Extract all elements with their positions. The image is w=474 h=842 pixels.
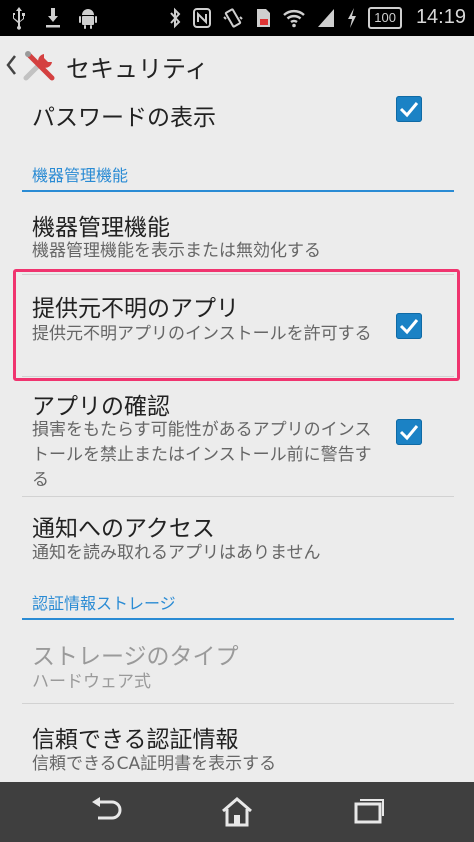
setting-title: 機器管理機能 xyxy=(32,215,170,241)
usb-icon xyxy=(10,6,28,30)
battery-indicator: 100 xyxy=(368,6,402,29)
download-icon xyxy=(44,6,62,30)
setting-title: 通知へのアクセス xyxy=(32,516,215,542)
verify-apps-checkbox[interactable] xyxy=(396,419,422,445)
setting-summary: ハードウェア式 xyxy=(32,672,151,692)
navigation-bar xyxy=(0,782,474,842)
page-title: セキュリティ xyxy=(66,55,209,83)
setting-summary: 信頼できるCA証明書を表示する xyxy=(32,754,277,774)
setting-title: ストレージのタイプ xyxy=(32,644,239,670)
charging-icon xyxy=(346,7,358,29)
sim-icon xyxy=(254,7,272,29)
setting-title: 信頼できる認証情報 xyxy=(32,727,239,753)
android-icon xyxy=(78,6,98,30)
setting-summary: 機器管理機能を表示または無効化する xyxy=(32,241,321,261)
setting-title: アプリの確認 xyxy=(32,394,170,420)
highlight-box xyxy=(13,269,460,381)
nfc-icon xyxy=(192,7,212,29)
setting-summary: 通知を読み取れるアプリはありません xyxy=(32,543,321,563)
settings-list: パスワードの表示 機器管理機能 機器管理機能 機器管理機能を表示または無効化する… xyxy=(0,96,474,782)
home-icon[interactable] xyxy=(219,796,255,832)
vibrate-icon xyxy=(222,7,244,29)
action-bar: セキュリティ xyxy=(0,36,474,96)
show-password-checkbox[interactable] xyxy=(396,96,422,122)
setting-title: パスワードの表示 xyxy=(32,105,216,131)
clock: 14:19 xyxy=(415,6,466,28)
setting-notification-access[interactable]: 通知へのアクセス 通知を読み取れるアプリはありません xyxy=(0,497,474,579)
setting-show-password[interactable]: パスワードの表示 xyxy=(0,96,474,142)
back-icon[interactable] xyxy=(88,796,124,830)
setting-verify-apps[interactable]: アプリの確認 損害をもたらす可能性があるアプリのインストールを禁止またはインスト… xyxy=(0,377,474,495)
tools-icon[interactable] xyxy=(22,48,58,88)
wifi-icon xyxy=(282,7,306,29)
signal-icon xyxy=(316,7,336,29)
status-bar: 100 14:19 xyxy=(0,0,474,36)
setting-storage-type: ストレージのタイプ ハードウェア式 xyxy=(0,620,474,702)
setting-device-admin[interactable]: 機器管理機能 機器管理機能を表示または無効化する xyxy=(0,192,474,274)
bluetooth-icon xyxy=(168,7,182,29)
section-header-device-admin: 機器管理機能 xyxy=(32,166,129,185)
setting-summary: 損害をもたらす可能性があるアプリのインストールを禁止またはインストール前に警告す… xyxy=(32,420,372,490)
up-chevron-icon[interactable] xyxy=(4,52,18,82)
setting-trusted-credentials[interactable]: 信頼できる認証情報 信頼できるCA証明書を表示する xyxy=(0,704,474,782)
recent-apps-icon[interactable] xyxy=(352,796,386,830)
section-header-credential-storage: 認証情報ストレージ xyxy=(32,594,176,613)
